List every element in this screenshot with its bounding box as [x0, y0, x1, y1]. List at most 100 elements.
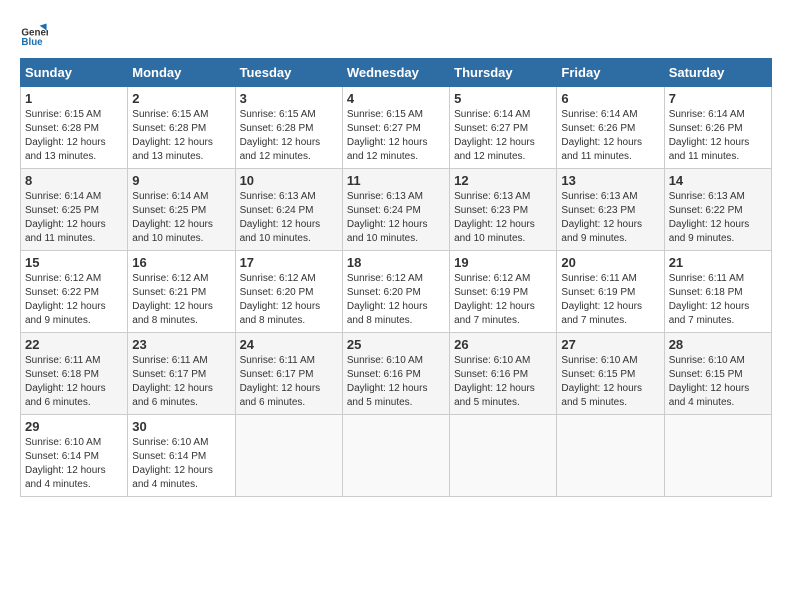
day-info: Sunrise: 6:15 AM Sunset: 6:28 PM Dayligh… — [132, 108, 230, 164]
sunset-text: Sunset: 6:22 PM — [25, 287, 99, 298]
day-cell-6: 6 Sunrise: 6:14 AM Sunset: 6:26 PM Dayli… — [557, 87, 664, 169]
day-number: 20 — [561, 255, 659, 270]
sunset-text: Sunset: 6:18 PM — [669, 287, 743, 298]
header: General Blue — [20, 20, 772, 48]
day-info: Sunrise: 6:10 AM Sunset: 6:14 PM Dayligh… — [132, 436, 230, 492]
sunset-text: Sunset: 6:20 PM — [240, 287, 314, 298]
daylight-text: Daylight: 12 hours and 10 minutes. — [454, 219, 535, 244]
sunrise-text: Sunrise: 6:12 AM — [132, 273, 208, 284]
day-number: 9 — [132, 173, 230, 188]
daylight-text: Daylight: 12 hours and 6 minutes. — [25, 383, 106, 408]
day-number: 18 — [347, 255, 445, 270]
day-cell-2: 2 Sunrise: 6:15 AM Sunset: 6:28 PM Dayli… — [128, 87, 235, 169]
day-number: 24 — [240, 337, 338, 352]
day-info: Sunrise: 6:10 AM Sunset: 6:16 PM Dayligh… — [454, 354, 552, 410]
day-info: Sunrise: 6:11 AM Sunset: 6:18 PM Dayligh… — [669, 272, 767, 328]
day-cell-22: 22 Sunrise: 6:11 AM Sunset: 6:18 PM Dayl… — [21, 333, 128, 415]
day-number: 27 — [561, 337, 659, 352]
sunrise-text: Sunrise: 6:14 AM — [561, 109, 637, 120]
day-number: 26 — [454, 337, 552, 352]
sunset-text: Sunset: 6:26 PM — [561, 123, 635, 134]
empty-cell — [557, 415, 664, 497]
day-info: Sunrise: 6:13 AM Sunset: 6:22 PM Dayligh… — [669, 190, 767, 246]
sunset-text: Sunset: 6:15 PM — [669, 369, 743, 380]
logo-icon: General Blue — [20, 20, 48, 48]
day-info: Sunrise: 6:11 AM Sunset: 6:19 PM Dayligh… — [561, 272, 659, 328]
sunrise-text: Sunrise: 6:11 AM — [561, 273, 636, 284]
day-number: 29 — [25, 419, 123, 434]
daylight-text: Daylight: 12 hours and 6 minutes. — [132, 383, 213, 408]
sunrise-text: Sunrise: 6:13 AM — [669, 191, 745, 202]
day-cell-13: 13 Sunrise: 6:13 AM Sunset: 6:23 PM Dayl… — [557, 169, 664, 251]
day-info: Sunrise: 6:12 AM Sunset: 6:21 PM Dayligh… — [132, 272, 230, 328]
day-number: 17 — [240, 255, 338, 270]
header-day-wednesday: Wednesday — [342, 59, 449, 87]
day-number: 10 — [240, 173, 338, 188]
day-number: 19 — [454, 255, 552, 270]
sunrise-text: Sunrise: 6:14 AM — [132, 191, 208, 202]
day-info: Sunrise: 6:14 AM Sunset: 6:27 PM Dayligh… — [454, 108, 552, 164]
sunset-text: Sunset: 6:20 PM — [347, 287, 421, 298]
daylight-text: Daylight: 12 hours and 10 minutes. — [240, 219, 321, 244]
daylight-text: Daylight: 12 hours and 9 minutes. — [561, 219, 642, 244]
day-info: Sunrise: 6:13 AM Sunset: 6:23 PM Dayligh… — [454, 190, 552, 246]
day-info: Sunrise: 6:11 AM Sunset: 6:18 PM Dayligh… — [25, 354, 123, 410]
day-cell-14: 14 Sunrise: 6:13 AM Sunset: 6:22 PM Dayl… — [664, 169, 771, 251]
daylight-text: Daylight: 12 hours and 8 minutes. — [240, 301, 321, 326]
calendar-table: SundayMondayTuesdayWednesdayThursdayFrid… — [20, 58, 772, 497]
header-day-thursday: Thursday — [450, 59, 557, 87]
day-number: 8 — [25, 173, 123, 188]
sunset-text: Sunset: 6:17 PM — [240, 369, 314, 380]
sunrise-text: Sunrise: 6:11 AM — [240, 355, 315, 366]
day-cell-28: 28 Sunrise: 6:10 AM Sunset: 6:15 PM Dayl… — [664, 333, 771, 415]
sunrise-text: Sunrise: 6:10 AM — [669, 355, 745, 366]
empty-cell — [664, 415, 771, 497]
day-info: Sunrise: 6:12 AM Sunset: 6:20 PM Dayligh… — [240, 272, 338, 328]
sunset-text: Sunset: 6:24 PM — [347, 205, 421, 216]
daylight-text: Daylight: 12 hours and 8 minutes. — [132, 301, 213, 326]
sunset-text: Sunset: 6:26 PM — [669, 123, 743, 134]
day-cell-29: 29 Sunrise: 6:10 AM Sunset: 6:14 PM Dayl… — [21, 415, 128, 497]
header-day-tuesday: Tuesday — [235, 59, 342, 87]
daylight-text: Daylight: 12 hours and 10 minutes. — [132, 219, 213, 244]
sunrise-text: Sunrise: 6:14 AM — [454, 109, 530, 120]
week-row-1: 1 Sunrise: 6:15 AM Sunset: 6:28 PM Dayli… — [21, 87, 772, 169]
header-day-monday: Monday — [128, 59, 235, 87]
day-info: Sunrise: 6:10 AM Sunset: 6:15 PM Dayligh… — [669, 354, 767, 410]
day-cell-26: 26 Sunrise: 6:10 AM Sunset: 6:16 PM Dayl… — [450, 333, 557, 415]
sunset-text: Sunset: 6:18 PM — [25, 369, 99, 380]
day-number: 15 — [25, 255, 123, 270]
day-number: 30 — [132, 419, 230, 434]
day-info: Sunrise: 6:10 AM Sunset: 6:14 PM Dayligh… — [25, 436, 123, 492]
header-day-sunday: Sunday — [21, 59, 128, 87]
sunset-text: Sunset: 6:14 PM — [132, 451, 206, 462]
day-cell-12: 12 Sunrise: 6:13 AM Sunset: 6:23 PM Dayl… — [450, 169, 557, 251]
day-number: 14 — [669, 173, 767, 188]
sunrise-text: Sunrise: 6:12 AM — [347, 273, 423, 284]
daylight-text: Daylight: 12 hours and 5 minutes. — [454, 383, 535, 408]
sunrise-text: Sunrise: 6:11 AM — [669, 273, 744, 284]
day-cell-3: 3 Sunrise: 6:15 AM Sunset: 6:28 PM Dayli… — [235, 87, 342, 169]
empty-cell — [450, 415, 557, 497]
day-cell-17: 17 Sunrise: 6:12 AM Sunset: 6:20 PM Dayl… — [235, 251, 342, 333]
daylight-text: Daylight: 12 hours and 11 minutes. — [25, 219, 106, 244]
day-cell-30: 30 Sunrise: 6:10 AM Sunset: 6:14 PM Dayl… — [128, 415, 235, 497]
daylight-text: Daylight: 12 hours and 7 minutes. — [561, 301, 642, 326]
sunrise-text: Sunrise: 6:10 AM — [132, 437, 208, 448]
day-cell-4: 4 Sunrise: 6:15 AM Sunset: 6:27 PM Dayli… — [342, 87, 449, 169]
sunset-text: Sunset: 6:19 PM — [561, 287, 635, 298]
daylight-text: Daylight: 12 hours and 12 minutes. — [240, 137, 321, 162]
day-number: 5 — [454, 91, 552, 106]
day-info: Sunrise: 6:14 AM Sunset: 6:26 PM Dayligh… — [561, 108, 659, 164]
daylight-text: Daylight: 12 hours and 9 minutes. — [669, 219, 750, 244]
day-number: 16 — [132, 255, 230, 270]
day-number: 4 — [347, 91, 445, 106]
day-info: Sunrise: 6:10 AM Sunset: 6:15 PM Dayligh… — [561, 354, 659, 410]
daylight-text: Daylight: 12 hours and 12 minutes. — [347, 137, 428, 162]
sunset-text: Sunset: 6:25 PM — [132, 205, 206, 216]
calendar-header-row: SundayMondayTuesdayWednesdayThursdayFrid… — [21, 59, 772, 87]
sunrise-text: Sunrise: 6:15 AM — [25, 109, 101, 120]
daylight-text: Daylight: 12 hours and 4 minutes. — [669, 383, 750, 408]
sunrise-text: Sunrise: 6:13 AM — [454, 191, 530, 202]
day-cell-7: 7 Sunrise: 6:14 AM Sunset: 6:26 PM Dayli… — [664, 87, 771, 169]
